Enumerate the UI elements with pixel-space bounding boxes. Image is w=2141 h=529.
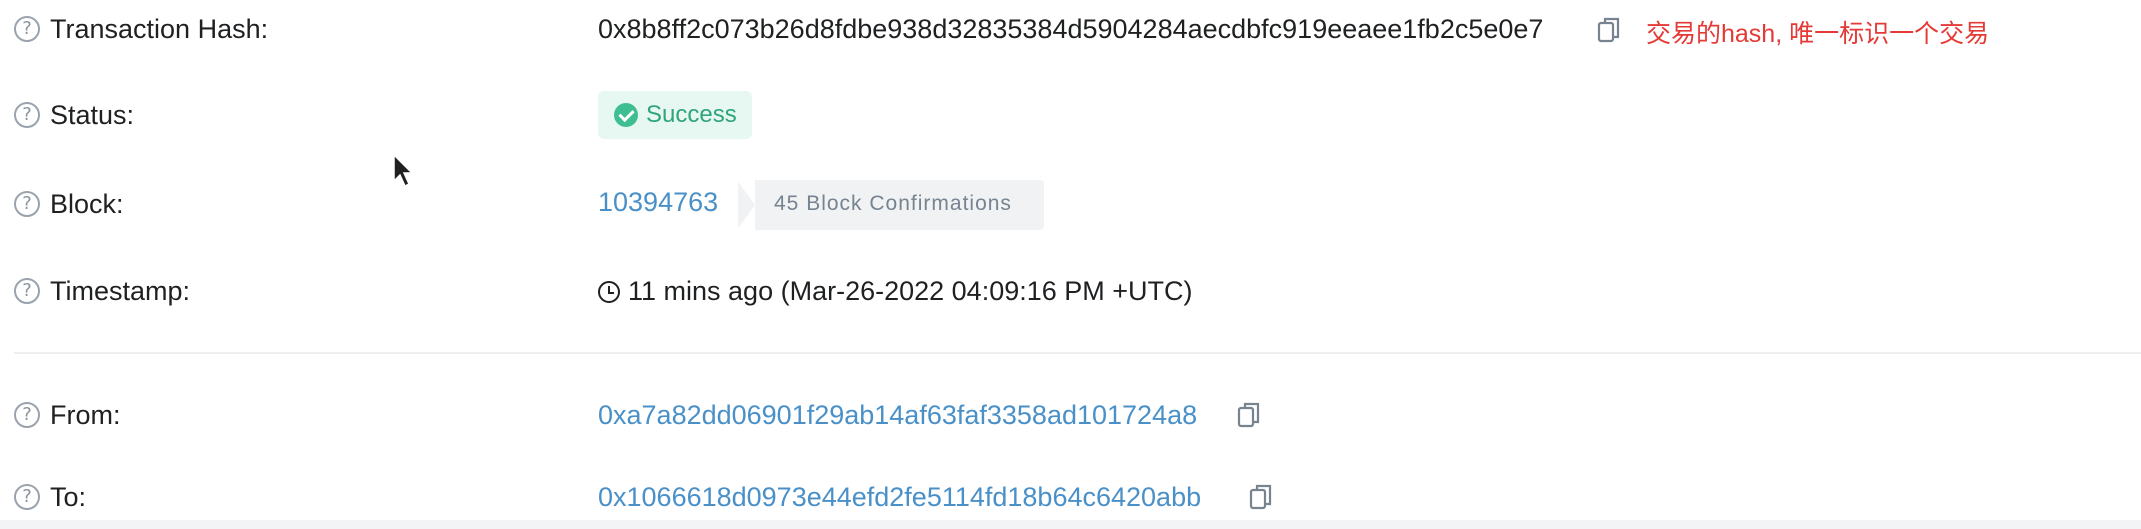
block-confirmations-text: 45 Block Confirmations (774, 192, 1012, 215)
transaction-hash-value: 0x8b8ff2c073b26d8fdbe938d32835384d590428… (598, 14, 1544, 44)
row-status: ? Status: Success (0, 86, 2141, 146)
timestamp-label: Timestamp: (50, 276, 191, 306)
copy-icon[interactable] (1236, 401, 1262, 429)
copy-icon[interactable] (1596, 16, 1622, 44)
row-to: ? To: 0x1066618d0973e44efd2fe5114fd18b64… (0, 468, 2141, 528)
question-circle-icon[interactable]: ? (14, 16, 40, 42)
row-from: ? From: 0xa7a82dd06901f29ab14af63faf3358… (0, 386, 2141, 446)
block-label: Block: (50, 189, 124, 219)
copy-icon[interactable] (1248, 483, 1274, 511)
to-label: To: (50, 482, 87, 512)
timestamp-value: 11 mins ago (Mar-26-2022 04:09:16 PM +UT… (628, 276, 1193, 306)
transaction-details-page: ? Transaction Hash: 0x8b8ff2c073b26d8fdb… (0, 0, 2141, 529)
check-circle-icon (614, 103, 638, 127)
question-circle-icon[interactable]: ? (14, 191, 40, 217)
status-badge: Success (598, 91, 752, 139)
to-address-link[interactable]: 0x1066618d0973e44efd2fe5114fd18b64c6420a… (598, 482, 1201, 513)
transaction-hash-label: Transaction Hash: (50, 14, 269, 44)
section-divider (14, 352, 2141, 354)
question-circle-icon[interactable]: ? (14, 402, 40, 428)
status-label: Status: (50, 100, 135, 130)
question-circle-icon[interactable]: ? (14, 278, 40, 304)
bottom-edge (0, 520, 2141, 529)
question-circle-icon[interactable]: ? (14, 102, 40, 128)
block-number-link[interactable]: 10394763 (598, 187, 718, 218)
row-block: ? Block: 10394763 45 Block Confirmations (0, 175, 2141, 235)
from-label: From: (50, 400, 121, 430)
row-transaction-hash: ? Transaction Hash: 0x8b8ff2c073b26d8fdb… (0, 0, 2141, 60)
transaction-hash-annotation: 交易的hash, 唯一标识一个交易 (1646, 20, 1990, 48)
row-timestamp: ? Timestamp: 11 mins ago (Mar-26-2022 04… (0, 262, 2141, 322)
clock-icon (598, 281, 620, 303)
status-value: Success (646, 101, 737, 128)
question-circle-icon[interactable]: ? (14, 484, 40, 510)
block-confirmations-badge: 45 Block Confirmations (737, 180, 1044, 230)
from-address-link[interactable]: 0xa7a82dd06901f29ab14af63faf3358ad101724… (598, 400, 1197, 431)
mouse-cursor-icon (393, 153, 414, 188)
